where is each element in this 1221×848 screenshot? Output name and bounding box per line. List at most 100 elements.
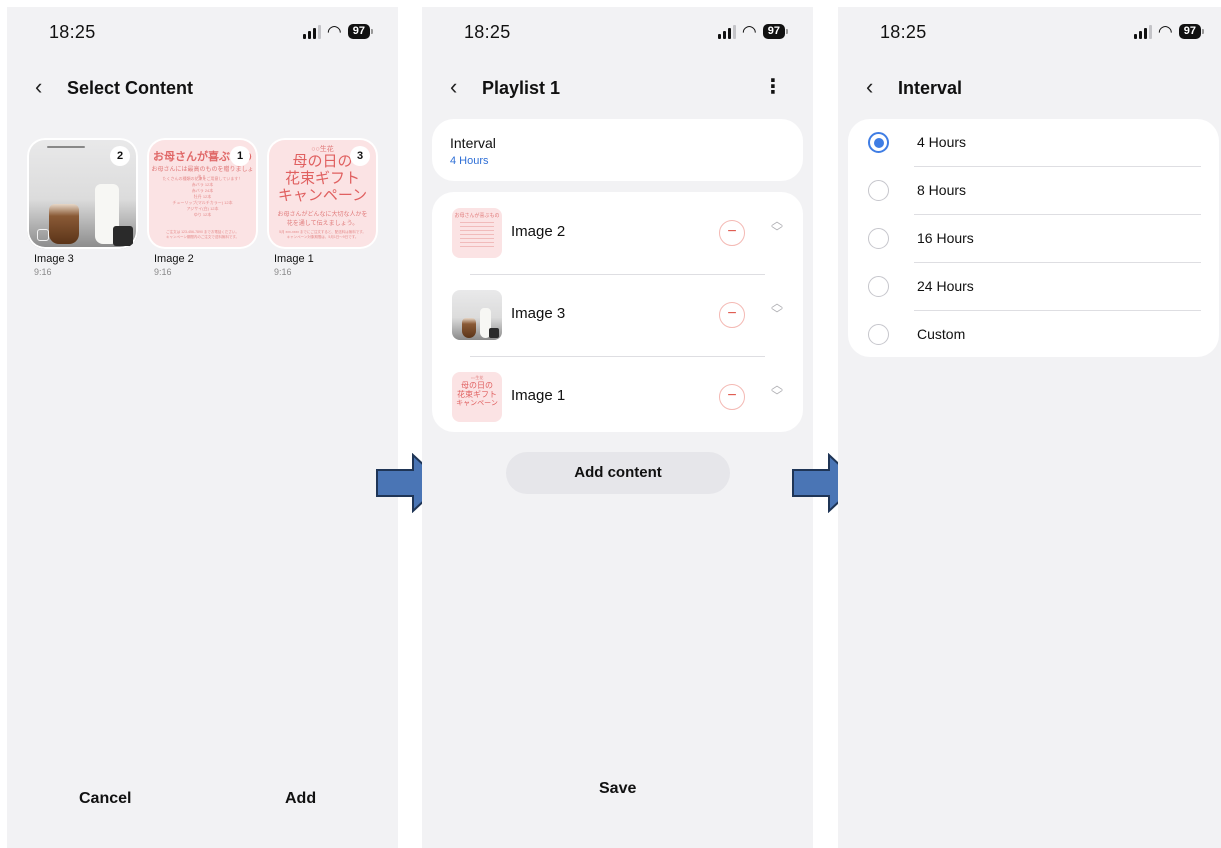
add-button[interactable]: Add [285, 790, 316, 808]
back-icon[interactable]: ‹ [35, 73, 42, 101]
add-content-button[interactable]: Add content [506, 452, 730, 494]
coffee-cup [489, 328, 499, 338]
interval-option-custom[interactable]: Custom [848, 311, 1219, 359]
option-label: Custom [917, 326, 966, 342]
status-icons: ◠ 97 [1133, 21, 1205, 41]
thumb-ratio: 9:16 [154, 267, 172, 277]
radio-icon[interactable] [868, 180, 889, 201]
battery-icon: 97 [762, 24, 789, 39]
poster-headline: キャンペーン [456, 400, 498, 407]
option-label: 24 Hours [917, 278, 974, 294]
selection-badge: 2 [110, 146, 130, 166]
reorder-icon[interactable]: ︿ ﹀ [767, 215, 787, 248]
page-title: Playlist 1 [482, 78, 561, 98]
reorder-icon[interactable]: ︿ ﹀ [767, 297, 787, 330]
poster-subtitle: お母さんがどんなに大切な人かを [277, 212, 368, 218]
poster-headline: キャンペーン [277, 187, 368, 204]
page-title: Select Content [67, 78, 194, 98]
screen-header: ‹ Select Content [7, 73, 398, 103]
poster-headline: 花束ギフト [457, 390, 497, 399]
flyer-footer: ご注文は 123-456-7890 までお電話ください。 キャンペーン期間内のご… [147, 230, 258, 240]
list-item[interactable]: お母さんが喜ぶもの Image 2 − ︿ ﹀ [432, 192, 803, 274]
flyer-headline: お母さんが喜ぶもの [454, 213, 500, 219]
thumb-label: Image 3 [34, 253, 74, 265]
radio-selected-icon[interactable] [868, 132, 889, 153]
playlist-list: お母さんが喜ぶもの Image 2 − ︿ ﹀ Image 3 − ︿ ﹀ ○○生花… [432, 192, 803, 432]
radio-icon[interactable] [868, 228, 889, 249]
flyer-footer-line: キャンペーン期間内のご注文で送料無料です。 [166, 235, 239, 239]
wifi-icon: ◠ [1157, 21, 1173, 41]
wifi-icon: ◠ [741, 21, 757, 41]
interval-options: 4 Hours 8 Hours 16 Hours 24 Hours Custom [848, 119, 1219, 357]
playlist-screen: 18:25 ◠ 97 ‹ Playlist 1 ⋮ Interval 4 Hou… [422, 7, 813, 848]
page-title: Interval [898, 78, 963, 98]
poster-fine-line: キャンペーン対象期間は、5月1日〜9日です。 [286, 235, 359, 239]
content-thumb-image-2[interactable]: お母さんが喜ぶもの お母さんには最高のものを贈りましょう！ たくさんの種類の花束… [147, 138, 258, 249]
status-bar: 18:25 ◠ 97 [838, 21, 1221, 45]
battery-icon: 97 [347, 24, 374, 39]
radio-icon[interactable] [868, 276, 889, 297]
option-label: 4 Hours [917, 134, 967, 150]
status-bar: 18:25 ◠ 97 [422, 21, 813, 45]
screen-header: ‹ Playlist 1 ⋮ [422, 73, 813, 103]
flyer-lines: たくさんの種類の花束をご用意しています！ 赤バラ 12本 赤バラ 24本 牡丹 … [147, 176, 258, 218]
remove-icon[interactable]: − [719, 302, 745, 328]
row-thumbnail: ○○生花 母の日の 花束ギフト キャンペーン [452, 372, 502, 422]
status-icons: ◠ 97 [717, 21, 789, 41]
poster-headline: 母の日の [461, 381, 493, 390]
signal-icon [302, 24, 321, 39]
thumb-ratio: 9:16 [34, 267, 52, 277]
status-bar: 18:25 ◠ 97 [7, 21, 398, 45]
remove-icon[interactable]: − [719, 384, 745, 410]
coffee-cup [113, 226, 133, 246]
interval-option-4h[interactable]: 4 Hours [848, 119, 1219, 167]
poster-subtitle: 花を通して伝えましょう。 [286, 221, 359, 227]
poster-fineprint: 5月 xxx-xxxx までにご注文すると、配送料は無料です。 キャンペーン対象… [267, 230, 378, 240]
screen-header: ‹ Interval [838, 73, 1221, 103]
status-time: 18:25 [880, 22, 927, 42]
row-label: Image 2 [511, 223, 566, 240]
interval-label: Interval [450, 135, 496, 151]
thumb-label: Image 1 [274, 253, 314, 265]
back-icon[interactable]: ‹ [866, 73, 873, 101]
row-thumbnail [452, 290, 502, 340]
iced-coffee-glass [49, 204, 79, 244]
poster-headline: 花束ギフト [284, 170, 360, 187]
option-label: 8 Hours [917, 182, 967, 198]
status-time: 18:25 [464, 22, 511, 42]
back-icon[interactable]: ‹ [450, 73, 457, 101]
interval-option-24h[interactable]: 24 Hours [848, 263, 1219, 311]
remove-icon[interactable]: − [719, 220, 745, 246]
reorder-icon[interactable]: ︿ ﹀ [767, 379, 787, 412]
option-label: 16 Hours [917, 230, 974, 246]
select-content-screen: 18:25 ◠ 97 ‹ Select Content 2 Image 3 9:… [7, 7, 398, 848]
selection-badge: 1 [230, 146, 250, 166]
content-thumb-image-3[interactable]: 2 [27, 138, 138, 249]
interval-value: 4 Hours [450, 155, 489, 167]
image-type-icon [37, 229, 49, 241]
interval-setting[interactable]: Interval 4 Hours [432, 119, 803, 181]
cancel-button[interactable]: Cancel [79, 790, 131, 808]
row-thumbnail: お母さんが喜ぶもの [452, 208, 502, 258]
radio-icon[interactable] [868, 324, 889, 345]
interval-option-16h[interactable]: 16 Hours [848, 215, 1219, 263]
photo-shelf [47, 146, 85, 148]
wifi-icon: ◠ [326, 21, 342, 41]
thumb-label: Image 2 [154, 253, 194, 265]
content-thumb-image-1[interactable]: ○○生花 母の日の 花束ギフト キャンペーン お母さんがどんなに大切な人かを 花… [267, 138, 378, 249]
battery-icon: 97 [1178, 24, 1205, 39]
status-time: 18:25 [49, 22, 96, 42]
selection-badge: 3 [350, 146, 370, 166]
flyer-lines [460, 222, 494, 250]
interval-option-8h[interactable]: 8 Hours [848, 167, 1219, 215]
list-item[interactable]: Image 3 − ︿ ﹀ [432, 274, 803, 356]
iced-coffee-glass [462, 318, 476, 338]
status-icons: ◠ 97 [302, 21, 374, 41]
save-button[interactable]: Save [599, 780, 636, 798]
signal-icon [717, 24, 736, 39]
interval-screen: 18:25 ◠ 97 ‹ Interval 4 Hours 8 Hours 16… [838, 7, 1221, 848]
list-item[interactable]: ○○生花 母の日の 花束ギフト キャンペーン Image 1 − ︿ ﹀ [432, 356, 803, 438]
thumb-ratio: 9:16 [274, 267, 292, 277]
more-vertical-icon[interactable]: ⋮ [763, 73, 783, 101]
signal-icon [1133, 24, 1152, 39]
